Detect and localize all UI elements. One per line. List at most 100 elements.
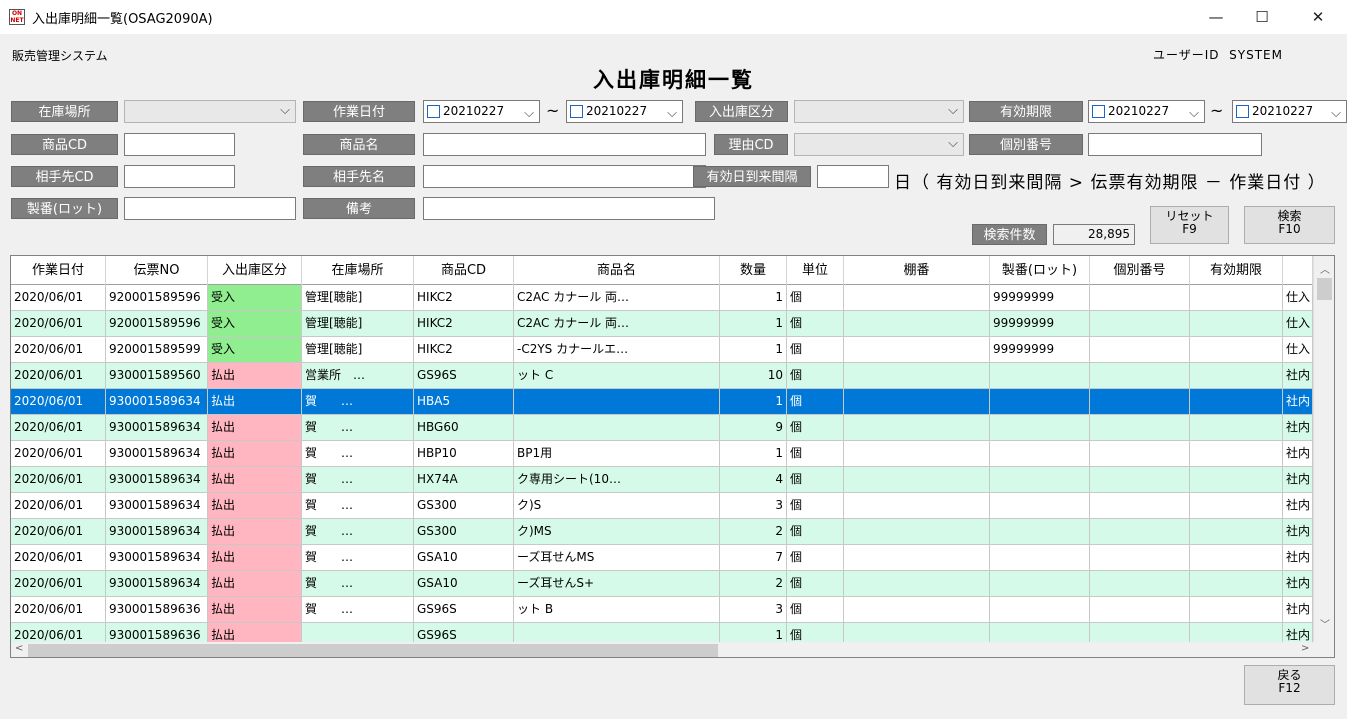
expiry-from-picker[interactable]: 20210227 ⌵ — [1088, 100, 1205, 123]
table-row[interactable]: 2020/06/01 930001589636 払出賀 … GS96S ット B 3 個 社内 — [11, 597, 1313, 623]
table-cell-qty: 7 — [720, 545, 787, 571]
table-row[interactable]: 2020/06/01 930001589634 払出賀 … GS300 ク)MS 2 個 社内 — [11, 519, 1313, 545]
expiry-from-value: 20210227 — [1108, 104, 1170, 118]
horizontal-scroll-thumb[interactable] — [28, 644, 718, 657]
table-cell-no: 920001589599 — [106, 337, 208, 363]
table-cell-note: 社内 — [1283, 519, 1313, 545]
column-header[interactable]: 数量 — [720, 256, 787, 285]
table-cell-type: 払出 — [208, 493, 302, 519]
column-header[interactable] — [1283, 256, 1313, 285]
maximize-icon[interactable]: ☐ — [1239, 0, 1285, 34]
table-cell-date: 2020/06/01 — [11, 623, 106, 642]
table-cell-serial — [1090, 337, 1190, 363]
work-date-from-picker[interactable]: 20210227 ⌵ — [423, 100, 540, 123]
table-cell-unit: 個 — [787, 493, 844, 519]
table-cell-expiry — [1190, 519, 1283, 545]
table-row[interactable]: 2020/06/01 930001589634 払出賀 … GSA10 ーズ耳せんS+ 2… — [11, 571, 1313, 597]
table-cell-lot — [990, 597, 1090, 623]
table-cell-type: 払出 — [208, 441, 302, 467]
vertical-scroll-thumb[interactable] — [1317, 278, 1332, 300]
table-cell-date: 2020/06/01 — [11, 311, 106, 337]
horizontal-scrollbar[interactable]: < > — [11, 642, 1313, 657]
table-row[interactable]: 2020/06/01 920001589596 受入 管理[聴能] HIKC2 C2AC … — [11, 311, 1313, 337]
table-row[interactable]: 2020/06/01 930001589634 払出賀 … HX74A ク専用シート(1… — [11, 467, 1313, 493]
column-header[interactable]: 商品名 — [514, 256, 720, 285]
table-row[interactable]: 2020/06/01 930001589634 払出賀 … HBG60 9 個 社内 — [11, 415, 1313, 441]
column-header[interactable]: 商品CD — [414, 256, 514, 285]
scroll-left-icon[interactable]: < — [15, 643, 23, 654]
back-button[interactable]: 戻る F12 — [1244, 665, 1335, 705]
expiry-to-picker[interactable]: 20210227 ⌵ — [1232, 100, 1347, 123]
work-date-from-checkbox[interactable] — [427, 105, 440, 118]
io-type-select[interactable]: ⌵ — [794, 100, 964, 123]
table-cell-qty: 1 — [720, 285, 787, 311]
column-header[interactable]: 個別番号 — [1090, 256, 1190, 285]
table-row[interactable]: 2020/06/01 920001589599 受入 管理[聴能] HIKC2 -C2YS… — [11, 337, 1313, 363]
table-cell-lot — [990, 467, 1090, 493]
table-cell-type: 払出 — [208, 597, 302, 623]
table-cell-lot — [990, 389, 1090, 415]
table-cell-name: ーズ耳せんMS — [514, 545, 720, 571]
work-date-to-picker[interactable]: 20210227 ⌵ — [566, 100, 683, 123]
partner-cd-input[interactable] — [124, 165, 235, 188]
partner-name-input[interactable] — [423, 165, 706, 188]
table-cell-cd: HBG60 — [414, 415, 514, 441]
product-name-input[interactable] — [423, 133, 706, 156]
reason-cd-select[interactable]: ⌵ — [794, 133, 964, 156]
table-cell-name: BP1用 — [514, 441, 720, 467]
warehouse-select[interactable]: ⌵ — [124, 100, 296, 123]
table-cell-cd: GSA10 — [414, 571, 514, 597]
column-header[interactable]: 単位 — [787, 256, 844, 285]
vertical-scrollbar[interactable]: ︿ ﹀ — [1313, 256, 1334, 642]
table-row[interactable]: 2020/06/01 930001589634 払出賀 … HBA5 1 個 社内 — [11, 389, 1313, 415]
remarks-input[interactable] — [423, 197, 715, 220]
column-header[interactable]: 作業日付 — [11, 256, 106, 285]
table-row[interactable]: 2020/06/01 930001589634 払出賀 … GS300 ク)S 3 個 社内 — [11, 493, 1313, 519]
expiry-range-tilde: ~ — [1210, 101, 1224, 120]
table-row[interactable]: 2020/06/01 930001589560 払出 営業所 … GS96S ット C 10… — [11, 363, 1313, 389]
serial-input[interactable] — [1088, 133, 1262, 156]
table-row[interactable]: 2020/06/01 930001589634 払出賀 … HBP10 BP1用 1 個 社内 — [11, 441, 1313, 467]
expiry-from-checkbox[interactable] — [1092, 105, 1105, 118]
table-cell-no: 930001589634 — [106, 467, 208, 493]
work-date-to-checkbox[interactable] — [570, 105, 583, 118]
table-cell-expiry — [1190, 389, 1283, 415]
column-header[interactable]: 伝票NO — [106, 256, 208, 285]
reset-button[interactable]: リセット F9 — [1150, 206, 1229, 244]
interval-input[interactable] — [817, 165, 889, 188]
table-row[interactable]: 2020/06/01 930001589636 払出 GS96S 1 個 社内 — [11, 623, 1313, 642]
search-button[interactable]: 検索 F10 — [1244, 206, 1335, 244]
grid-rows[interactable]: 2020/06/01 920001589596 受入 管理[聴能] HIKC2 C2AC … — [11, 285, 1313, 642]
table-cell-unit: 個 — [787, 311, 844, 337]
scroll-up-icon[interactable]: ︿ — [1320, 261, 1330, 276]
lot-input[interactable] — [124, 197, 296, 220]
expiry-to-checkbox[interactable] — [1236, 105, 1249, 118]
column-header[interactable]: 棚番 — [844, 256, 990, 285]
chevron-down-icon: ⌵ — [524, 106, 534, 121]
table-cell-no: 920001589596 — [106, 311, 208, 337]
table-cell-wh: 賀 … — [302, 389, 414, 415]
work-date-from-value: 20210227 — [443, 104, 505, 118]
reset-button-key: F9 — [1182, 222, 1197, 236]
results-grid[interactable]: 作業日付 伝票NO 入出庫区分 在庫場所 商品CD 商品名 数量 単位 棚番 製番(ロット) 個別番… — [10, 255, 1335, 658]
table-row[interactable]: 2020/06/01 920001589596 受入 管理[聴能] HIKC2 C2AC … — [11, 285, 1313, 311]
table-cell-no: 930001589634 — [106, 571, 208, 597]
table-cell-qty: 4 — [720, 467, 787, 493]
column-header[interactable]: 製番(ロット) — [990, 256, 1090, 285]
table-cell-wh — [302, 623, 414, 642]
search-count-label: 検索件数 — [972, 224, 1047, 245]
close-icon[interactable]: ✕ — [1295, 0, 1341, 34]
minimize-icon[interactable]: — — [1193, 0, 1239, 34]
table-cell-no: 930001589634 — [106, 389, 208, 415]
column-header[interactable]: 入出庫区分 — [208, 256, 302, 285]
scroll-down-icon[interactable]: ﹀ — [1320, 616, 1330, 631]
column-header[interactable]: 在庫場所 — [302, 256, 414, 285]
scroll-right-icon[interactable]: > — [1301, 643, 1309, 654]
table-cell-unit: 個 — [787, 597, 844, 623]
table-cell-lot — [990, 363, 1090, 389]
serial-label: 個別番号 — [969, 134, 1083, 155]
table-cell-expiry — [1190, 571, 1283, 597]
table-row[interactable]: 2020/06/01 930001589634 払出賀 … GSA10 ーズ耳せんMS 7… — [11, 545, 1313, 571]
column-header[interactable]: 有効期限 — [1190, 256, 1283, 285]
product-cd-input[interactable] — [124, 133, 235, 156]
